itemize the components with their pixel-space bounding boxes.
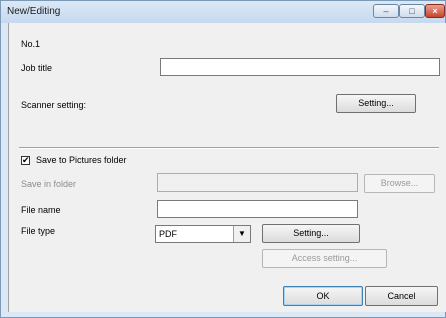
save-to-pictures-checkbox[interactable]: ✔ xyxy=(21,156,30,165)
job-title-input[interactable] xyxy=(160,58,440,76)
job-number-label: No.1 xyxy=(21,39,41,49)
save-to-pictures-label: Save to Pictures folder xyxy=(36,155,127,165)
file-name-label: File name xyxy=(21,205,61,215)
separator-highlight xyxy=(19,148,439,149)
job-title-label: Job title xyxy=(21,63,53,73)
save-in-folder-label: Save in folder xyxy=(21,179,77,189)
dialog-window: New/Editing – □ × No.1 Job title Scanner… xyxy=(0,0,446,318)
title-bar: New/Editing – □ × xyxy=(1,1,445,23)
ok-button[interactable]: OK xyxy=(283,286,363,306)
dialog-body: No.1 Job title Scanner setting: Setting.… xyxy=(8,23,446,312)
access-setting-button[interactable]: Access setting... xyxy=(262,249,387,268)
scanner-setting-label: Scanner setting: xyxy=(21,100,87,110)
window-title: New/Editing xyxy=(7,6,61,17)
scanner-setting-button[interactable]: Setting... xyxy=(336,94,416,113)
save-in-folder-input[interactable] xyxy=(157,173,358,192)
cancel-button[interactable]: Cancel xyxy=(365,286,438,306)
file-type-value: PDF xyxy=(159,229,177,239)
checkmark-icon: ✔ xyxy=(22,155,30,165)
file-type-select[interactable]: PDF ▼ xyxy=(155,225,251,243)
chevron-down-icon: ▼ xyxy=(233,226,250,242)
file-name-input[interactable] xyxy=(157,200,358,218)
close-button[interactable]: × xyxy=(425,4,445,18)
file-type-label: File type xyxy=(21,226,56,236)
browse-button[interactable]: Browse... xyxy=(364,174,435,193)
maximize-button[interactable]: □ xyxy=(399,4,425,18)
minimize-icon: – xyxy=(383,6,389,16)
file-type-setting-button[interactable]: Setting... xyxy=(262,224,360,243)
minimize-button[interactable]: – xyxy=(373,4,399,18)
close-icon: × xyxy=(432,6,438,16)
maximize-icon: □ xyxy=(409,6,415,16)
